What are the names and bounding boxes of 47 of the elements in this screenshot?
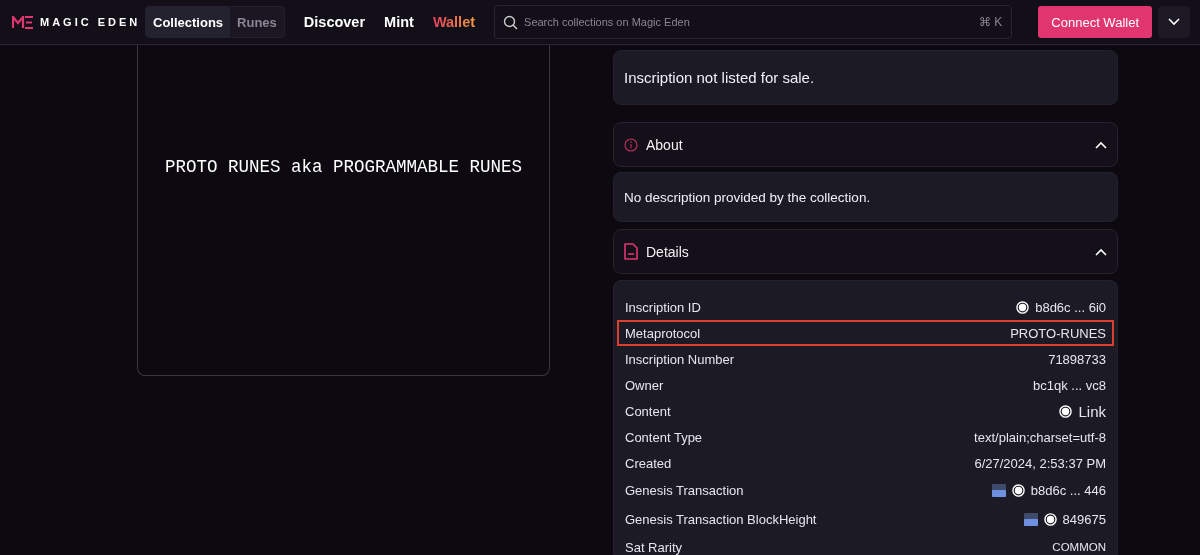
ordinal-icon [1043,513,1057,526]
info-icon [624,137,638,152]
shortcut-hint: ⌘ K [979,15,1003,29]
detail-value: 6/27/2024, 2:53:37 PM [974,455,1106,471]
detail-label: Genesis Transaction [625,483,744,498]
details-accordion-header[interactable]: Details [613,229,1118,274]
detail-label: Inscription ID [625,299,701,315]
detail-label: Content Type [625,429,703,445]
detail-value: text/plain;charset=utf-8 [974,429,1106,445]
detail-label: Content [625,403,671,419]
nav-link[interactable]: Mint [384,14,414,30]
block-icon [991,484,1006,497]
about-accordion-header[interactable]: About [613,122,1118,167]
detail-label: Metaprotocol [625,325,701,341]
detail-label: Genesis Transaction BlockHeight [625,512,817,527]
detail-value: Link [1078,402,1106,420]
search-icon [503,15,519,30]
about-description: No description provided by the collection. [624,189,871,205]
nav-link[interactable]: Discover [303,14,366,30]
detail-value: 849675 [1062,512,1106,527]
detail-label: Created [625,455,672,471]
detail-value: 71898733 [1048,351,1106,367]
connect-wallet-button[interactable]: Connect Wallet [1038,6,1152,38]
detail-value: b8d6c ... 6i0 [1035,299,1106,315]
menu-dropdown-button[interactable] [1158,6,1190,38]
chevron-up-icon [1095,140,1107,149]
nav-link[interactable]: Wallet [432,14,476,30]
ordinal-icon [1059,404,1073,418]
detail-value: COMMON [1052,541,1106,553]
document-icon [624,243,638,260]
chevron-up-icon [1095,247,1107,256]
preview-text: PROTO RUNES aka PROGRAMMABLE RUNES [164,157,523,179]
toggle-tab[interactable]: Runes [230,7,284,37]
detail-label: Owner [625,377,664,393]
detail-label: Sat Rarity [625,539,683,555]
logo-icon [12,15,34,29]
listing-status: Inscription not listed for sale. [624,69,815,86]
ordinal-icon [1016,300,1030,314]
toggle-tab[interactable]: Collections [146,7,231,37]
brand-name: MAGIC EDEN [40,16,141,28]
detail-value: PROTO-RUNES [1010,325,1106,341]
block-icon [1023,513,1038,526]
detail-value: bc1qk ... vc8 [1033,377,1106,393]
detail-value: b8d6c ... 446 [1030,483,1106,498]
detail-label: Inscription Number [625,351,735,367]
chevron-down-icon [1168,18,1180,26]
ordinal-icon [1011,484,1025,497]
